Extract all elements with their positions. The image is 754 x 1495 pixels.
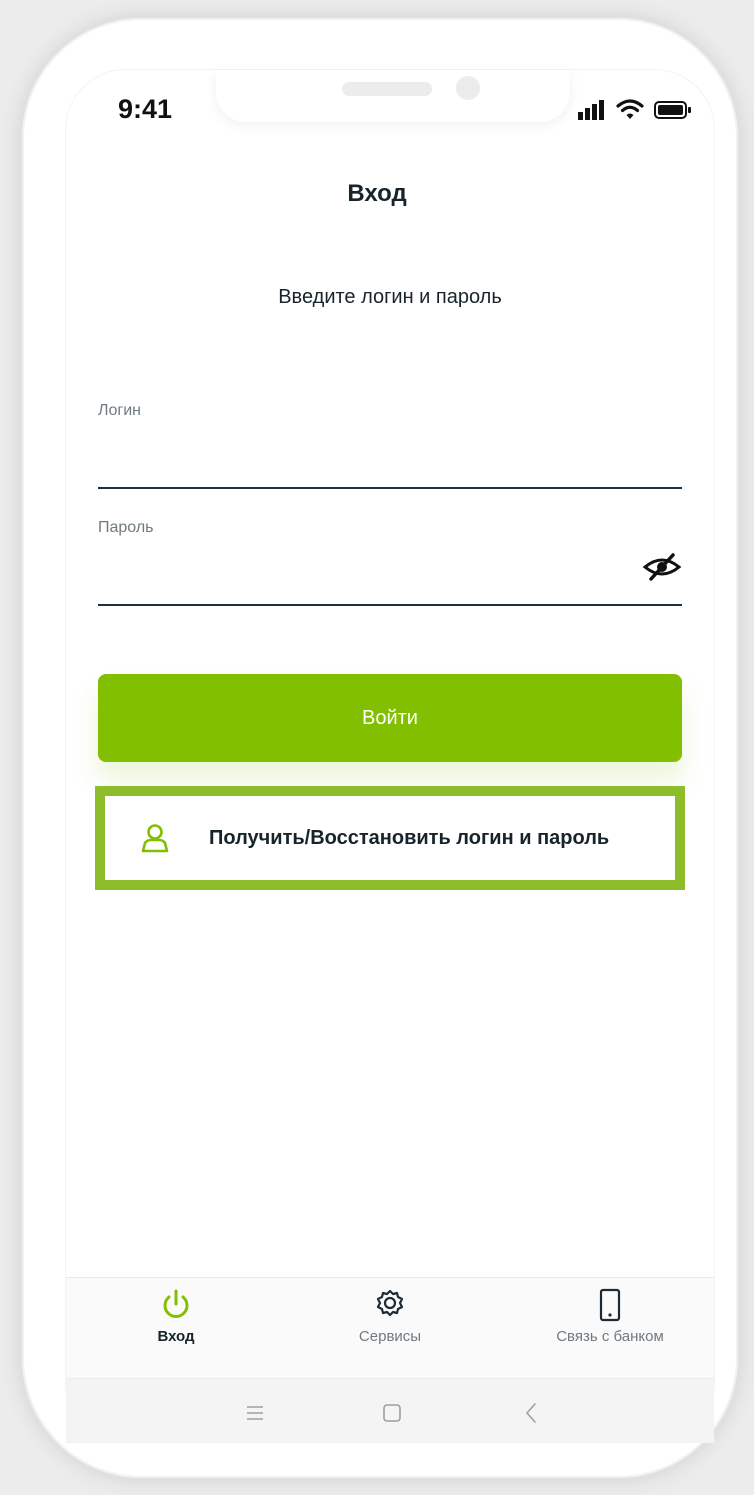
status-time: 9:41 (118, 94, 173, 124)
user-icon (141, 824, 169, 853)
login-label: Логин (98, 402, 142, 419)
eye-slash-icon[interactable] (642, 552, 682, 582)
tab-contact-bank[interactable]: Связь с банком (520, 1288, 700, 1345)
login-button[interactable]: Войти (98, 674, 682, 762)
signal-icon (578, 100, 604, 120)
phone-icon (599, 1288, 621, 1322)
password-underline (98, 604, 682, 606)
front-camera (456, 76, 480, 100)
recover-credentials-button[interactable]: Получить/Восстановить логин и пароль (95, 786, 685, 890)
recover-credentials-label: Получить/Восстановить логин и пароль (209, 826, 610, 849)
speaker-grille (342, 82, 432, 96)
login-field[interactable] (98, 444, 632, 482)
tab-login-label: Вход (157, 1328, 195, 1345)
power-icon (163, 1289, 189, 1318)
login-underline (98, 487, 682, 489)
back-icon[interactable] (517, 1398, 547, 1428)
tab-bar-divider (66, 1277, 714, 1278)
page-title: Вход (347, 180, 407, 207)
menu-icon[interactable] (240, 1398, 270, 1428)
status-icons (576, 94, 696, 126)
battery-icon (654, 101, 691, 119)
wifi-icon (616, 99, 644, 119)
gear-icon (376, 1289, 404, 1317)
tab-contact-bank-label: Связь с банком (556, 1328, 664, 1345)
tab-services[interactable]: Сервисы (300, 1288, 480, 1345)
home-icon[interactable] (377, 1398, 407, 1428)
password-label: Пароль (98, 519, 154, 536)
notch (216, 70, 570, 122)
form-instruction: Введите логин и пароль (278, 286, 502, 308)
tab-login[interactable]: Вход (86, 1288, 266, 1345)
password-field[interactable] (98, 558, 632, 596)
tab-services-label: Сервисы (358, 1328, 422, 1345)
